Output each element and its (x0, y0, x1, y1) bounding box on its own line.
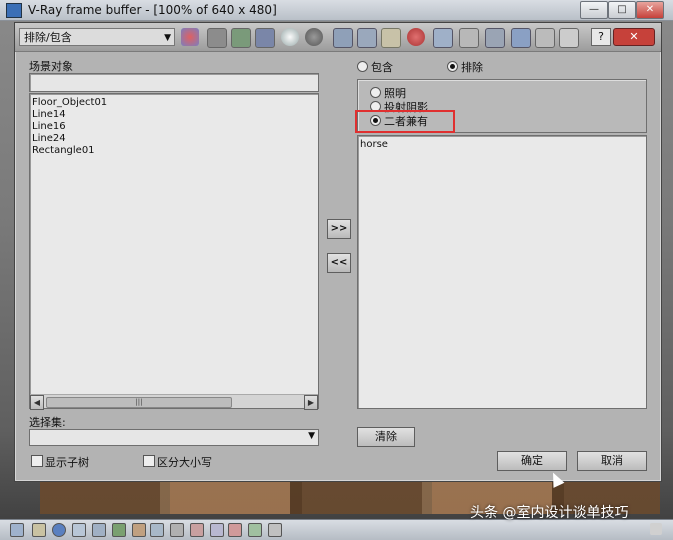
blue-channel-icon[interactable] (255, 28, 275, 48)
watermark: 头条 @室内设计谈单技巧 (470, 505, 629, 521)
show-subtree-label: 显示子树 (45, 456, 89, 469)
x-icon[interactable] (228, 523, 242, 537)
color-wheel-icon[interactable] (181, 28, 199, 46)
clear-button[interactable]: 清除 (357, 427, 415, 447)
scrollbar-thumb[interactable]: ||| (46, 397, 232, 408)
vray-window-titlebar: V-Ray frame buffer - [100% of 640 x 480]… (0, 0, 673, 21)
scene-object-item[interactable]: Rectangle01 (30, 145, 318, 157)
document-icon[interactable] (32, 523, 46, 537)
case-sensitive-label: 区分大小写 (157, 456, 212, 469)
maximize-button[interactable]: □ (608, 1, 636, 19)
illumination-radio[interactable] (370, 87, 381, 98)
chevron-down-icon: ▼ (308, 431, 315, 441)
levels-icon[interactable] (248, 523, 262, 537)
close-dialog-button[interactable]: ✕ (613, 28, 655, 46)
crop-icon[interactable] (190, 523, 204, 537)
window-icon[interactable] (10, 523, 24, 537)
vray-bottom-toolbar (0, 519, 673, 540)
track-icon[interactable] (459, 28, 479, 48)
dialog-mode-dropdown[interactable]: 排除/包含 ▼ (19, 28, 175, 46)
save-icon[interactable] (333, 28, 353, 48)
folder-icon[interactable] (381, 28, 401, 48)
scene-objects-list[interactable]: Floor_Object01 Line14 Line16 Line24 Rectangl… (29, 93, 319, 410)
highlight-box (355, 110, 455, 133)
green-channel-icon[interactable] (231, 28, 251, 48)
minimize-button[interactable]: — (580, 1, 608, 19)
h-icon[interactable] (210, 523, 224, 537)
scroll-right-icon[interactable]: ▶ (304, 395, 318, 410)
move-left-button[interactable]: << (327, 253, 351, 273)
cursor-icon[interactable] (268, 523, 282, 537)
ok-button[interactable]: 确定 (497, 451, 567, 471)
dialog-mode-label: 排除/包含 (24, 31, 72, 44)
scroll-left-icon[interactable]: ◀ (30, 395, 44, 410)
white-circle-icon[interactable] (281, 28, 299, 46)
dialog-toolbar: 排除/包含 ▼ ? ✕ (15, 23, 661, 52)
excluded-objects-list[interactable]: horse (357, 135, 647, 409)
excluded-object-item[interactable]: horse (358, 139, 646, 151)
chevron-down-icon: ▼ (164, 33, 171, 43)
scene-object-item[interactable]: Line14 (30, 109, 318, 121)
include-radio[interactable] (357, 61, 368, 72)
edit-icon[interactable] (132, 523, 146, 537)
expand-icon[interactable] (650, 523, 662, 535)
grid-icon[interactable] (92, 523, 106, 537)
list-icon[interactable] (72, 523, 86, 537)
exclude-include-dialog: 排除/包含 ▼ ? ✕ 场景对象 Floor_Object01 Line14 Lin… (14, 22, 662, 482)
clear-icon[interactable] (407, 28, 425, 46)
render-icon[interactable] (511, 28, 531, 48)
show-subtree-checkbox[interactable] (31, 455, 43, 467)
scene-object-item[interactable]: Floor_Object01 (30, 97, 318, 109)
settings-icon[interactable] (535, 28, 555, 48)
info-icon[interactable] (52, 523, 66, 537)
camera-icon[interactable] (485, 28, 505, 48)
region-icon[interactable] (433, 28, 453, 48)
zoom-icon[interactable] (170, 523, 184, 537)
scene-objects-label: 场景对象 (29, 60, 73, 73)
exclude-label: 排除 (461, 61, 483, 74)
selection-set-label: 选择集: (29, 416, 66, 429)
panel-icon[interactable] (559, 28, 579, 48)
case-sensitive-checkbox[interactable] (143, 455, 155, 467)
cancel-button[interactable]: 取消 (577, 451, 647, 471)
help-button[interactable]: ? (591, 28, 611, 46)
copy-icon[interactable] (357, 28, 377, 48)
close-window-button[interactable]: ✕ (636, 1, 664, 19)
vray-app-icon (6, 3, 22, 18)
include-label: 包含 (371, 61, 393, 74)
scene-object-item[interactable]: Line16 (30, 121, 318, 133)
selection-set-dropdown[interactable]: ▼ (29, 429, 319, 446)
image-icon[interactable] (150, 523, 164, 537)
horizontal-scrollbar[interactable]: ◀ ||| ▶ (30, 394, 318, 410)
scene-object-item[interactable]: Line24 (30, 133, 318, 145)
red-channel-icon[interactable] (207, 28, 227, 48)
scene-filter-input[interactable] (29, 73, 319, 92)
exclude-radio[interactable] (447, 61, 458, 72)
chart-icon[interactable] (112, 523, 126, 537)
gray-circle-icon[interactable] (305, 28, 323, 46)
move-right-button[interactable]: >> (327, 219, 351, 239)
window-title: V-Ray frame buffer - [100% of 640 x 480] (28, 3, 277, 17)
